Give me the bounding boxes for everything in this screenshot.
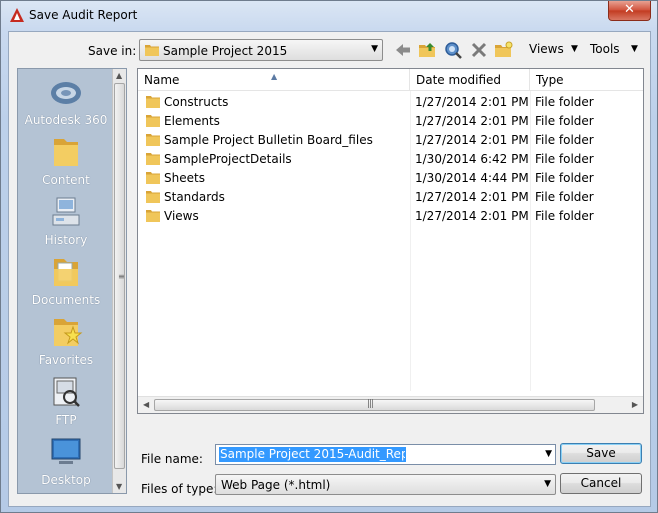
- save-in-value: Sample Project 2015: [163, 44, 288, 58]
- file-list[interactable]: Name ▲ Date modified Type Constructs 1/27…: [137, 68, 644, 414]
- new-folder-icon[interactable]: [493, 40, 513, 60]
- file-date-cell: 1/30/2014 4:44 PM: [415, 171, 529, 185]
- file-name-input[interactable]: [219, 447, 406, 462]
- folder-icon: [146, 191, 160, 203]
- cancel-button[interactable]: Cancel: [560, 473, 642, 494]
- documents-icon: [54, 259, 78, 286]
- autocad-app-icon: [10, 8, 24, 22]
- chevron-down-icon: ▼: [544, 479, 551, 489]
- file-name-combo[interactable]: ▼: [215, 444, 556, 465]
- file-date-cell: 1/27/2014 2:01 PM: [415, 114, 529, 128]
- close-icon: ✕: [624, 2, 635, 17]
- back-arrow-icon[interactable]: [393, 40, 413, 60]
- scroll-left-icon[interactable]: ◀: [143, 400, 149, 409]
- place-content[interactable]: Content: [18, 135, 114, 187]
- sort-ascending-icon: ▲: [271, 72, 278, 81]
- file-row[interactable]: Elements 1/27/2014 2:01 PM File folder: [138, 112, 643, 131]
- file-type-cell: File folder: [535, 209, 594, 223]
- scroll-down-icon[interactable]: ▼: [116, 482, 122, 491]
- place-autodesk-360[interactable]: Autodesk 360: [18, 75, 114, 127]
- folder-icon: [146, 134, 160, 146]
- views-menu[interactable]: Views: [529, 42, 564, 56]
- desktop-icon: [51, 438, 81, 464]
- favorites-icon: [54, 319, 83, 346]
- folder-icon: [146, 96, 160, 108]
- file-type-label: Files of type:: [141, 482, 218, 496]
- place-desktop[interactable]: Desktop: [18, 435, 114, 487]
- folder-icon: [145, 45, 159, 56]
- save-button[interactable]: Save: [560, 443, 642, 464]
- place-favorites[interactable]: Favorites: [18, 315, 114, 367]
- file-type-value: Web Page (*.html): [221, 478, 331, 492]
- file-type-cell: File folder: [535, 133, 594, 147]
- list-header: Name ▲ Date modified Type: [138, 69, 643, 91]
- save-in-label: Save in:: [88, 44, 137, 58]
- file-row[interactable]: Standards 1/27/2014 2:01 PM File folder: [138, 188, 643, 207]
- file-row[interactable]: Constructs 1/27/2014 2:01 PM File folder: [138, 93, 643, 112]
- grip-icon: |||: [367, 399, 374, 409]
- file-date-cell: 1/27/2014 2:01 PM: [415, 95, 529, 109]
- history-icon: [52, 197, 80, 226]
- dialog-body: Save in: Sample Project 2015 ▼ Views ▼ T…: [8, 31, 651, 507]
- places-sidebar: Autodesk 360 Content History Documents F…: [17, 68, 127, 494]
- folder-icon: [146, 153, 160, 165]
- scroll-thumb[interactable]: |||: [154, 399, 595, 411]
- file-type-cell: File folder: [535, 95, 594, 109]
- file-type-cell: File folder: [535, 152, 594, 166]
- scroll-up-icon[interactable]: ▲: [116, 71, 122, 80]
- tools-menu[interactable]: Tools: [590, 42, 620, 56]
- chevron-down-icon[interactable]: ▼: [631, 44, 638, 54]
- file-row[interactable]: Views 1/27/2014 2:01 PM File folder: [138, 207, 643, 226]
- place-ftp[interactable]: FTP: [18, 375, 114, 427]
- title-bar: Save Audit Report ✕: [1, 1, 657, 31]
- file-name-label: File name:: [141, 452, 203, 466]
- search-web-icon[interactable]: [443, 40, 463, 60]
- file-date-cell: 1/30/2014 6:42 PM: [415, 152, 529, 166]
- file-row[interactable]: Sheets 1/30/2014 4:44 PM File folder: [138, 169, 643, 188]
- file-type-cell: File folder: [535, 114, 594, 128]
- file-date-cell: 1/27/2014 2:01 PM: [415, 190, 529, 204]
- places-scrollbar[interactable]: ▲ ≡ ▼: [112, 69, 126, 493]
- folder-icon: [146, 210, 160, 222]
- file-row[interactable]: SampleProjectDetails 1/30/2014 6:42 PM Fil…: [138, 150, 643, 169]
- file-row[interactable]: Sample Project Bulletin Board_files 1/27/…: [138, 131, 643, 150]
- scroll-thumb[interactable]: ≡: [114, 83, 125, 469]
- delete-icon[interactable]: [469, 40, 489, 60]
- place-documents[interactable]: Documents: [18, 255, 114, 307]
- grip-icon: ≡: [118, 272, 125, 281]
- file-date-cell: 1/27/2014 2:01 PM: [415, 209, 529, 223]
- chevron-down-icon: ▼: [371, 44, 378, 54]
- column-name[interactable]: Name ▲: [138, 69, 410, 91]
- save-audit-report-dialog: Save Audit Report ✕ Save in: Sample Proj…: [0, 0, 658, 513]
- file-type-cell: File folder: [535, 190, 594, 204]
- up-folder-icon[interactable]: [417, 40, 437, 60]
- chevron-down-icon[interactable]: ▼: [571, 44, 578, 54]
- autodesk-360-icon: [51, 82, 81, 104]
- column-date-modified[interactable]: Date modified: [410, 69, 530, 91]
- place-history[interactable]: History: [18, 195, 114, 247]
- save-in-dropdown[interactable]: Sample Project 2015 ▼: [139, 39, 383, 61]
- horizontal-scrollbar[interactable]: ◀ ||| ▶: [138, 396, 643, 413]
- chevron-down-icon[interactable]: ▼: [545, 449, 552, 459]
- window-title: Save Audit Report: [29, 8, 138, 22]
- content-folder-icon: [54, 139, 78, 166]
- folder-icon: [146, 172, 160, 184]
- folder-icon: [146, 115, 160, 127]
- file-type-dropdown[interactable]: Web Page (*.html) ▼: [215, 474, 556, 495]
- file-type-cell: File folder: [535, 171, 594, 185]
- file-date-cell: 1/27/2014 2:01 PM: [415, 133, 529, 147]
- column-type[interactable]: Type: [530, 69, 643, 91]
- ftp-icon: [53, 377, 80, 407]
- close-button[interactable]: ✕: [608, 1, 651, 21]
- scroll-right-icon[interactable]: ▶: [632, 400, 638, 409]
